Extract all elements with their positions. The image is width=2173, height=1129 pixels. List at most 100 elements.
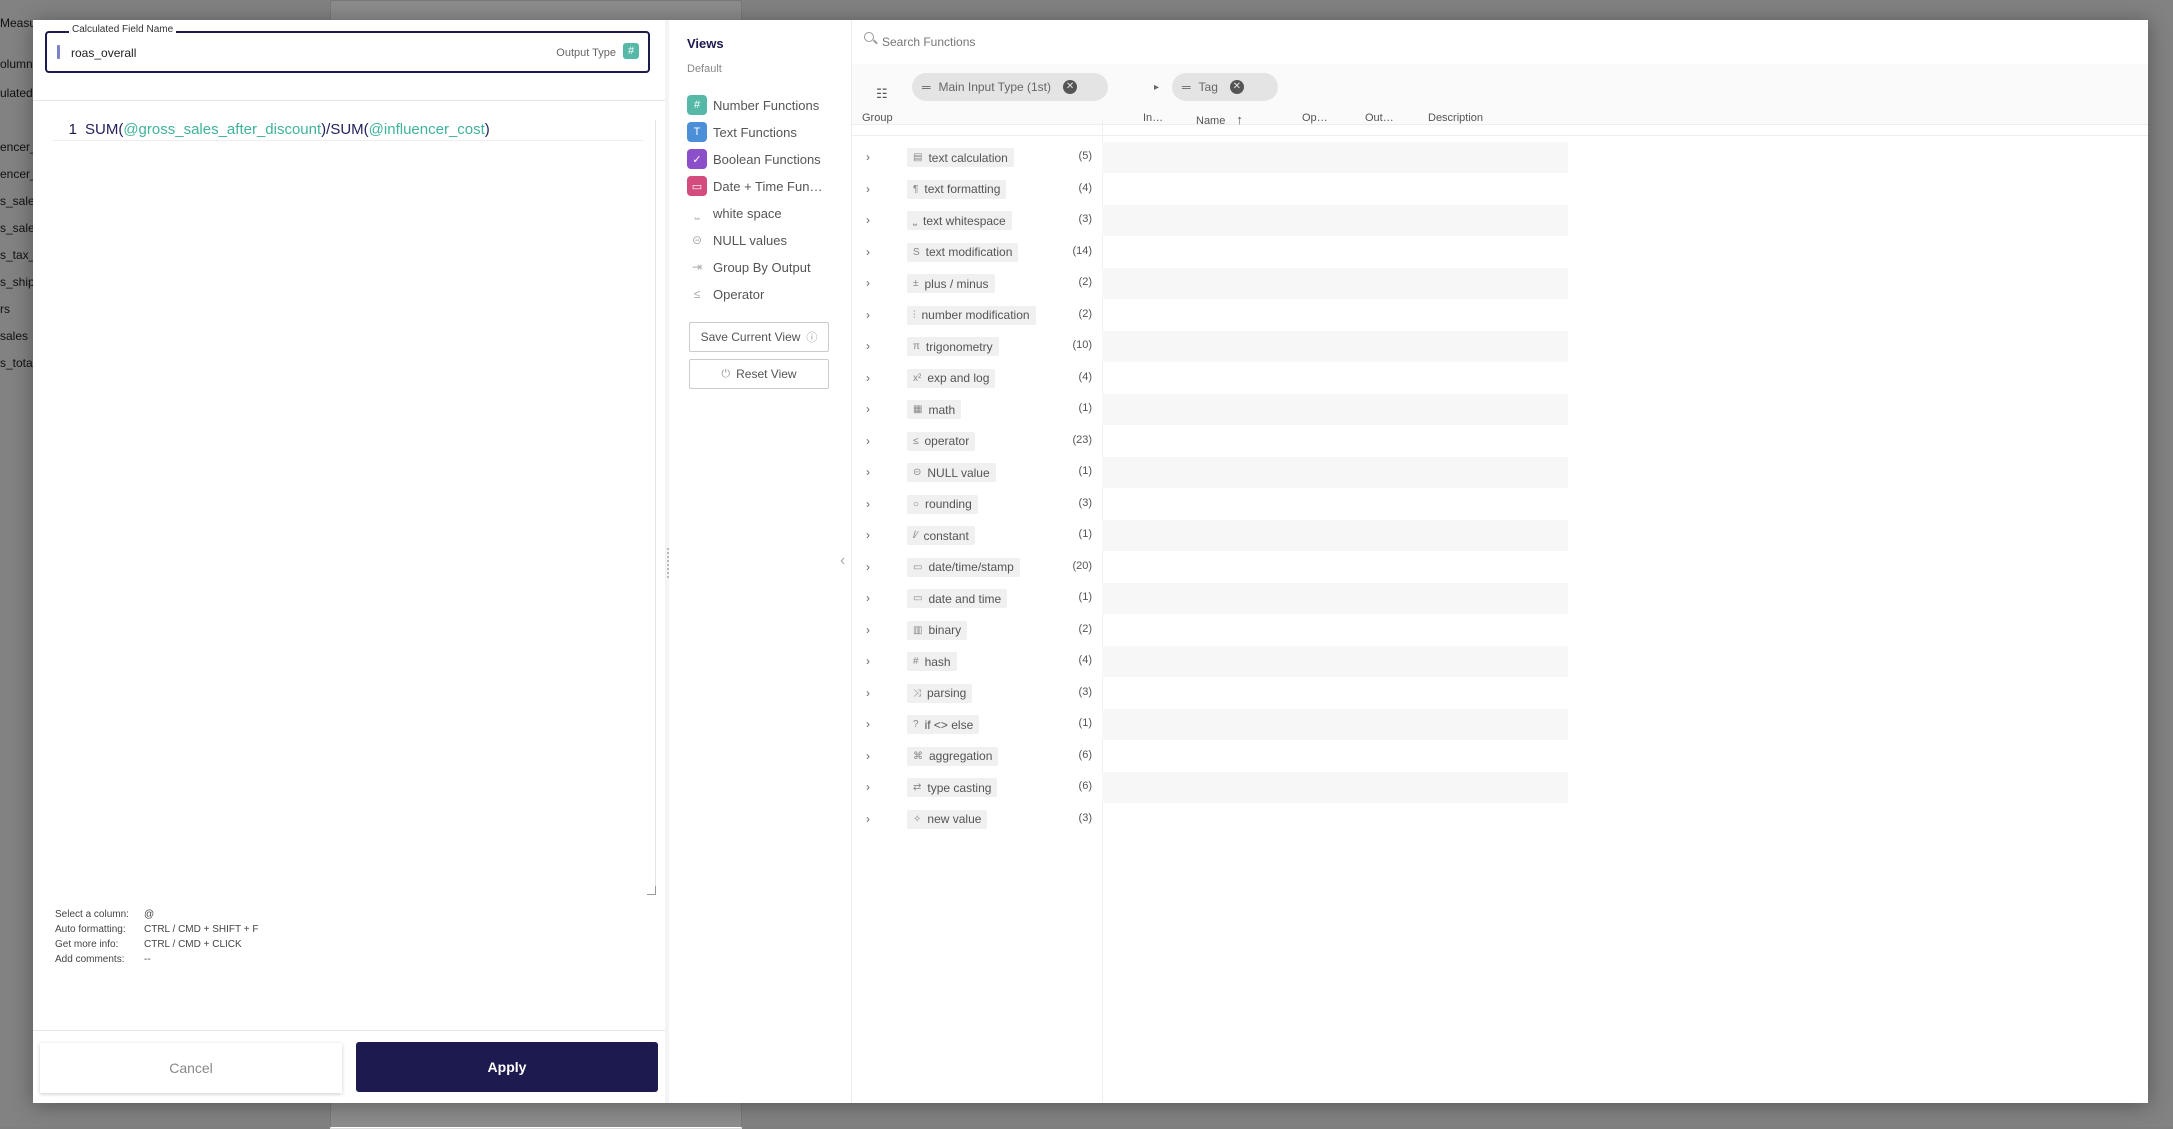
function-group-tag[interactable]: ⤨ parsing: [907, 683, 973, 703]
function-group-tag[interactable]: x² exp and log: [907, 368, 996, 388]
function-group-tag[interactable]: ✧ new value: [907, 809, 988, 829]
function-group-row[interactable]: › /∕ constant (1): [852, 520, 1568, 551]
view-item[interactable]: T Text Functions: [687, 121, 797, 143]
function-group-tag[interactable]: ▦ math: [907, 400, 962, 419]
function-group-tag[interactable]: ? if <> else: [907, 715, 980, 734]
function-group-tag[interactable]: ▥ binary: [907, 620, 968, 640]
function-group-tag[interactable]: ▭ date and time: [907, 589, 1008, 608]
function-group-row[interactable]: › ¶ text formatting (4): [852, 174, 1568, 205]
chevron-right-icon[interactable]: ›: [866, 182, 870, 196]
calculated-field-name-field[interactable]: Calculated Field Name Output Type #: [45, 24, 650, 73]
function-group-row[interactable]: › ▭ date and time (1): [852, 583, 1568, 614]
view-item[interactable]: ▭ Date + Time Fun…: [687, 175, 822, 197]
function-group-row[interactable]: › ⊝ NULL value (1): [852, 457, 1568, 488]
function-group-row[interactable]: › π trigonometry (10): [852, 331, 1568, 362]
column-header-group[interactable]: Group: [862, 112, 893, 124]
function-group-row[interactable]: › Stext modification (14): [852, 237, 1568, 268]
function-group-row[interactable]: › ⫶ number modification (2): [852, 300, 1568, 331]
group-chip-tag[interactable]: ═ Tag ✕: [1172, 73, 1278, 101]
column-header-operator[interactable]: Op…: [1302, 112, 1328, 124]
view-item[interactable]: ≤ Operator: [687, 283, 765, 305]
function-group-row[interactable]: › ⌘ aggregation (6): [852, 741, 1568, 772]
calculated-field-name-input[interactable]: [71, 43, 471, 63]
function-group-row[interactable]: › ✧ new value (3): [852, 804, 1568, 835]
view-item[interactable]: ⎵ white space: [687, 202, 782, 224]
chevron-right-icon[interactable]: ›: [866, 339, 870, 353]
chevron-right-icon[interactable]: ›: [866, 465, 870, 479]
function-group-tag[interactable]: ¶ text formatting: [907, 179, 1007, 199]
function-group-tag[interactable]: /∕ constant: [907, 526, 975, 545]
chevron-right-icon[interactable]: ›: [866, 308, 870, 322]
function-group-tag[interactable]: ▭ date/time/stamp: [907, 557, 1020, 577]
close-icon[interactable]: ✕: [1063, 80, 1078, 94]
function-group-tag[interactable]: ▤ text calculation: [907, 148, 1014, 167]
code-line[interactable]: 1 SUM(@gross_sales_after_discount)/SUM(@i…: [53, 120, 643, 141]
view-item[interactable]: ✓ Boolean Functions: [687, 148, 821, 170]
chevron-right-icon[interactable]: ›: [866, 560, 870, 574]
function-group-tag[interactable]: ⊝ NULL value: [907, 463, 996, 482]
function-group-tag[interactable]: ⎵ text whitespace: [907, 211, 1012, 230]
chevron-right-icon[interactable]: ›: [866, 245, 870, 259]
chevron-right-icon[interactable]: ›: [866, 371, 870, 385]
function-group-tag[interactable]: ○ rounding: [907, 494, 978, 514]
sort-ascending-icon[interactable]: ↑: [1236, 112, 1243, 127]
function-group-row[interactable]: › ⎵ text whitespace (3): [852, 205, 1568, 236]
chevron-right-icon[interactable]: ›: [866, 150, 870, 164]
function-group-row[interactable]: › ± plus / minus (2): [852, 268, 1568, 299]
function-group-tag[interactable]: ⫶ number modification: [907, 305, 1036, 325]
chevron-right-icon[interactable]: ›: [866, 749, 870, 763]
chevron-right-icon[interactable]: ›: [866, 717, 870, 731]
group-list-icon[interactable]: ☷: [876, 86, 888, 102]
cancel-button[interactable]: Cancel: [40, 1043, 342, 1093]
close-icon[interactable]: ✕: [1229, 80, 1244, 94]
column-header-description[interactable]: Description: [1428, 112, 1483, 124]
formula-editor[interactable]: 1 SUM(@gross_sales_after_discount)/SUM(@i…: [53, 120, 656, 895]
chevron-right-icon[interactable]: ›: [866, 402, 870, 416]
view-item[interactable]: ⇥ Group By Output: [687, 256, 811, 278]
function-group-tag[interactable]: ≤ operator: [907, 431, 976, 451]
function-group-tag[interactable]: π trigonometry: [907, 337, 999, 356]
reset-view-button[interactable]: ⏻ Reset View: [689, 359, 829, 389]
chevron-right-icon[interactable]: ›: [866, 654, 870, 668]
chevron-right-icon[interactable]: ›: [866, 623, 870, 637]
column-header-output[interactable]: Out…: [1365, 112, 1394, 124]
function-group-tag[interactable]: ⇄ type casting: [907, 778, 998, 797]
chevron-right-icon[interactable]: ›: [866, 434, 870, 448]
function-group-tag[interactable]: ⌘ aggregation: [907, 746, 999, 766]
function-group-tag[interactable]: Stext modification: [907, 242, 1019, 262]
code-column-reference[interactable]: @gross_sales_after_discount: [123, 121, 321, 138]
function-group-row[interactable]: › # hash (4): [852, 646, 1568, 677]
chevron-right-icon[interactable]: ›: [866, 686, 870, 700]
function-group-row[interactable]: › ▭ date/time/stamp (20): [852, 552, 1568, 583]
function-group-tag[interactable]: ± plus / minus: [907, 274, 995, 293]
code-column-reference[interactable]: @influencer_cost: [369, 121, 485, 138]
apply-button[interactable]: Apply: [356, 1042, 658, 1092]
column-header-input[interactable]: In…: [1143, 112, 1163, 124]
function-group-row[interactable]: › ▥ binary (2): [852, 615, 1568, 646]
function-group-row[interactable]: ›? if <> else (1): [852, 709, 1568, 740]
save-current-view-button[interactable]: Save Current View ⓘ: [689, 322, 829, 352]
resize-grip-icon[interactable]: [647, 886, 656, 895]
function-group-row[interactable]: › ≤ operator (23): [852, 426, 1568, 457]
column-header-name[interactable]: Name ↑: [1196, 112, 1243, 127]
chevron-right-icon[interactable]: ›: [866, 213, 870, 227]
chevron-right-icon[interactable]: ›: [866, 497, 870, 511]
view-item[interactable]: ⊝ NULL values: [687, 229, 787, 251]
function-group-row[interactable]: › x² exp and log (4): [852, 363, 1568, 394]
search-functions-input[interactable]: [882, 32, 1482, 52]
chevron-right-icon[interactable]: ›: [866, 528, 870, 542]
function-group-tag[interactable]: # hash: [907, 652, 957, 671]
group-chip-main-input-type[interactable]: ═ Main Input Type (1st) ✕: [912, 73, 1108, 101]
function-group-row[interactable]: › ▤ text calculation (5): [852, 142, 1568, 173]
chevron-right-icon[interactable]: ›: [866, 812, 870, 826]
chevron-right-icon[interactable]: ›: [866, 780, 870, 794]
function-group-row[interactable]: › ▦ math (1): [852, 394, 1568, 425]
view-item[interactable]: # Number Functions: [687, 94, 819, 116]
chevron-left-icon[interactable]: ‹: [840, 552, 845, 570]
chevron-right-icon[interactable]: ›: [866, 276, 870, 290]
function-group-row[interactable]: › ⤨ parsing (3): [852, 678, 1568, 709]
function-group-row[interactable]: › ⇄ type casting (6): [852, 772, 1568, 803]
function-group-row[interactable]: › ○ rounding (3): [852, 489, 1568, 520]
hash-icon[interactable]: #: [623, 43, 639, 59]
chevron-right-icon[interactable]: ›: [866, 591, 870, 605]
